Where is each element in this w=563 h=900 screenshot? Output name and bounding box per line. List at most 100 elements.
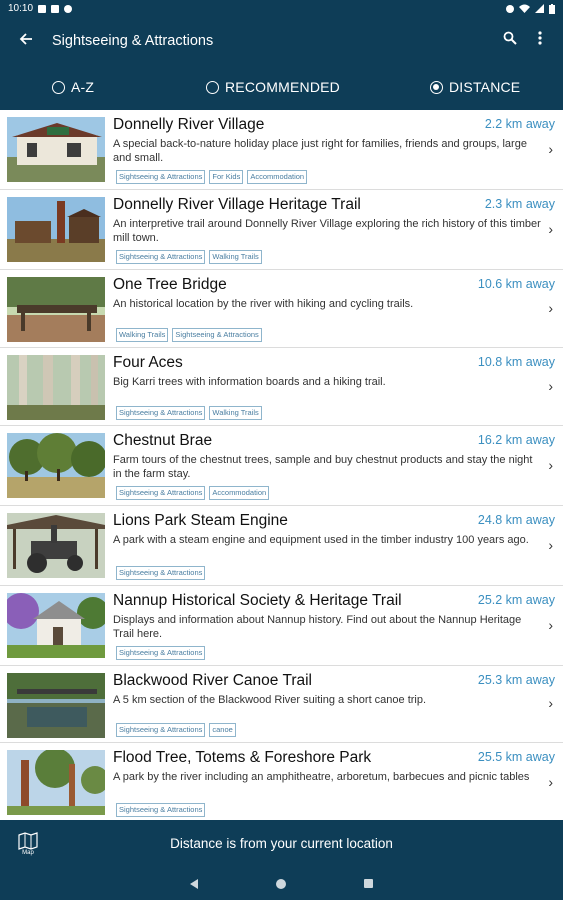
tag: canoe — [209, 723, 236, 737]
item-description: Displays and information about Nannup hi… — [113, 614, 522, 640]
chevron-right-icon: › — [548, 695, 553, 711]
signal-icon — [535, 4, 544, 13]
sim-icon — [51, 4, 60, 13]
item-name: Donnelly River Village — [113, 116, 265, 133]
tag-list: Sightseeing & Attractions canoe — [116, 723, 236, 737]
tag: Walking Trails — [116, 328, 169, 342]
tag: Accommodation — [247, 170, 308, 184]
chevron-right-icon: › — [548, 536, 553, 553]
location-icon — [506, 4, 514, 13]
map-label: Map — [22, 849, 34, 856]
list-item[interactable]: Nannup Historical Society & Heritage Tra… — [0, 586, 563, 666]
tag-list: Sightseeing & Attractions For Kids Accom… — [116, 170, 308, 184]
list-item[interactable]: Blackwood River Canoe Trail 25.3 km away… — [0, 666, 563, 743]
thumbnail — [7, 277, 105, 342]
radio-icon — [52, 80, 65, 94]
tag-list: Sightseeing & Attractions — [116, 566, 206, 580]
item-description: A park with a steam engine and equipment… — [113, 534, 529, 546]
sort-bar: A-Z RECOMMENDED DISTANCE — [0, 64, 563, 110]
thumbnail — [7, 197, 105, 262]
back-button[interactable] — [0, 29, 52, 52]
arrow-left-icon — [19, 33, 32, 45]
chevron-right-icon: › — [548, 140, 553, 157]
tag: Sightseeing & Attractions — [116, 723, 206, 737]
sort-option-distance[interactable]: DISTANCE — [430, 79, 520, 95]
attractions-list: Donnelly River Village 2.2 km away A spe… — [0, 110, 563, 820]
system-nav-bar — [0, 867, 563, 900]
tag: Walking Trails — [209, 250, 262, 264]
chevron-right-icon: › — [548, 456, 553, 473]
tag-list: Sightseeing & Attractions — [116, 646, 206, 660]
tag: Sightseeing & Attractions — [116, 170, 206, 184]
nav-back-icon[interactable] — [190, 878, 198, 889]
item-name: Lions Park Steam Engine — [113, 512, 288, 529]
list-item[interactable]: Chestnut Brae 16.2 km away Farm tours of… — [0, 426, 563, 506]
status-bar: 10:10 — [0, 0, 563, 17]
item-distance: 10.8 km away — [477, 355, 555, 369]
tag: Sightseeing & Attractions — [172, 328, 262, 342]
item-description: Farm tours of the chestnut trees, sample… — [113, 454, 533, 480]
map-button[interactable]: Map — [0, 831, 56, 856]
item-distance: 25.2 km away — [477, 593, 555, 607]
chevron-right-icon: › — [548, 220, 553, 237]
item-description: A special back-to-nature holiday place j… — [113, 138, 527, 164]
search-icon — [503, 31, 517, 45]
bottom-bar: Map Distance is from your current locati… — [0, 820, 563, 867]
tag: Sightseeing & Attractions — [116, 803, 206, 817]
search-button[interactable] — [495, 31, 525, 50]
tag: Accommodation — [209, 486, 270, 500]
tag: Sightseeing & Attractions — [116, 646, 206, 660]
item-description: A 5 km section of the Blackwood River su… — [113, 694, 427, 706]
nav-home-icon[interactable] — [276, 878, 286, 889]
radio-selected-icon — [430, 80, 443, 94]
overflow-menu-button[interactable] — [525, 31, 555, 50]
tag-list: Sightseeing & Attractions Accommodation — [116, 486, 270, 500]
item-name: Nannup Historical Society & Heritage Tra… — [113, 592, 402, 609]
item-description: A park by the river including an amphith… — [113, 771, 530, 783]
chevron-right-icon: › — [548, 616, 553, 633]
item-name: Chestnut Brae — [113, 432, 213, 449]
list-item[interactable]: Lions Park Steam Engine 24.8 km away A p… — [0, 506, 563, 586]
tag: Sightseeing & Attractions — [116, 486, 206, 500]
thumbnail — [7, 433, 105, 498]
tag-list: Walking Trails Sightseeing & Attractions — [116, 328, 262, 342]
tag: Sightseeing & Attractions — [116, 566, 206, 580]
sort-option-az[interactable]: A-Z — [52, 79, 94, 95]
chevron-right-icon: › — [548, 299, 553, 316]
item-distance: 2.2 km away — [484, 117, 555, 131]
thumbnail — [7, 593, 105, 658]
chevron-right-icon: › — [548, 377, 553, 394]
item-distance: 2.3 km away — [484, 197, 555, 211]
map-icon — [18, 831, 38, 850]
sync-icon — [64, 4, 73, 13]
tag: Walking Trails — [209, 406, 262, 420]
sort-label: RECOMMENDED — [225, 79, 340, 95]
tag-list: Sightseeing & Attractions Walking Trails — [116, 406, 262, 420]
item-description: An interpretive trail around Donnelly Ri… — [113, 218, 541, 244]
tag-list: Sightseeing & Attractions Walking Trails — [116, 250, 262, 264]
app-bar: Sightseeing & Attractions — [0, 17, 563, 64]
thumbnail — [7, 117, 105, 182]
notification-icon — [38, 4, 47, 13]
wifi-icon — [519, 4, 530, 13]
battery-icon — [549, 3, 555, 14]
item-name: Flood Tree, Totems & Foreshore Park — [113, 749, 372, 766]
sort-option-recommended[interactable]: RECOMMENDED — [206, 79, 340, 95]
tag: For Kids — [209, 170, 244, 184]
status-time: 10:10 — [8, 3, 34, 14]
list-item[interactable]: One Tree Bridge 10.6 km away An historic… — [0, 270, 563, 348]
nav-recents-icon[interactable] — [364, 879, 373, 888]
radio-icon — [206, 80, 219, 94]
list-item[interactable]: Donnelly River Village Heritage Trail 2.… — [0, 190, 563, 270]
item-description: An historical location by the river with… — [113, 298, 414, 310]
sort-label: DISTANCE — [449, 79, 521, 95]
tag: Sightseeing & Attractions — [116, 406, 206, 420]
item-name: Blackwood River Canoe Trail — [113, 672, 313, 689]
list-item[interactable]: Donnelly River Village 2.2 km away A spe… — [0, 110, 563, 190]
list-item[interactable]: Flood Tree, Totems & Foreshore Park 25.5… — [0, 743, 563, 820]
item-description: Big Karri trees with information boards … — [113, 376, 386, 388]
item-distance: 25.3 km away — [477, 673, 555, 687]
page-title: Sightseeing & Attractions — [52, 32, 214, 49]
list-item[interactable]: Four Aces 10.8 km away Big Karri trees w… — [0, 348, 563, 426]
item-distance: 25.5 km away — [477, 750, 555, 764]
